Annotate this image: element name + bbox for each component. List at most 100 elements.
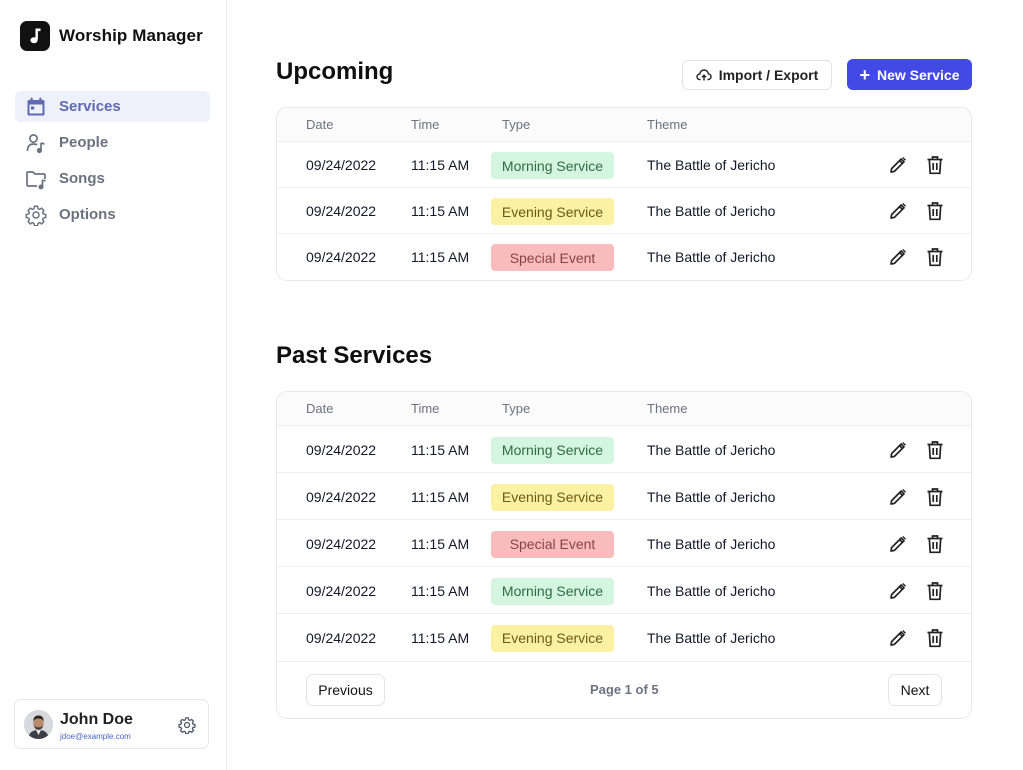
sidebar-item-label: Songs xyxy=(59,170,105,187)
delete-trash-icon[interactable] xyxy=(924,154,946,176)
music-note-icon xyxy=(20,21,50,51)
edit-pencil-icon[interactable] xyxy=(887,580,909,602)
column-time: Time xyxy=(411,117,440,132)
cell-theme: The Battle of Jericho xyxy=(647,203,776,219)
edit-pencil-icon[interactable] xyxy=(887,627,909,649)
cell-time: 11:15 AM xyxy=(411,203,470,219)
table-row[interactable]: 09/24/2022 11:15 AM Morning Service The Bat… xyxy=(277,567,971,614)
column-type: Type xyxy=(502,117,531,132)
column-type: Type xyxy=(502,401,531,416)
table-header: Date Time Type Theme xyxy=(277,392,971,426)
past-rows: 09/24/2022 11:15 AM Morning Service The Bat… xyxy=(277,426,971,661)
cell-theme: The Battle of Jericho xyxy=(647,441,776,458)
table-row[interactable]: 09/24/2022 11:15 AM Evening Service The Bat… xyxy=(277,473,971,520)
cell-theme: The Battle of Jericho xyxy=(647,157,776,173)
cell-date: 09/24/2022 xyxy=(306,203,377,219)
cell-theme: The Battle of Jericho xyxy=(647,582,776,599)
table-row[interactable]: 09/24/2022 11:15 AM Special Event The Battl… xyxy=(277,234,971,280)
sidebar-item-people[interactable]: People xyxy=(15,127,210,158)
delete-trash-icon[interactable] xyxy=(924,200,946,222)
column-time: Time xyxy=(411,401,440,416)
table-row[interactable]: 09/24/2022 11:15 AM Morning Service The Bat… xyxy=(277,426,971,473)
table-row[interactable]: 09/24/2022 11:15 AM Evening Service The Bat… xyxy=(277,188,971,234)
pagination: Previous Page 1 of 5 Next xyxy=(277,661,971,718)
edit-pencil-icon[interactable] xyxy=(887,246,909,268)
cell-date: 09/24/2022 xyxy=(306,441,377,458)
past-services-title: Past Services xyxy=(276,342,433,369)
cell-date: 09/24/2022 xyxy=(306,582,377,599)
cell-date: 09/24/2022 xyxy=(306,249,377,265)
calendar-icon xyxy=(25,96,47,118)
type-badge: Morning Service xyxy=(491,152,614,179)
cell-theme: The Battle of Jericho xyxy=(647,535,776,552)
past-services-table: Date Time Type Theme 09/24/2022 11:15 AM M… xyxy=(276,391,972,719)
sidebar-item-options[interactable]: Options xyxy=(15,199,210,230)
type-badge: Evening Service xyxy=(491,198,614,225)
sidebar-item-songs[interactable]: Songs xyxy=(15,163,210,194)
import-export-button[interactable]: Import / Export xyxy=(682,60,832,90)
type-badge: Special Event xyxy=(491,530,614,558)
delete-trash-icon[interactable] xyxy=(924,627,946,649)
delete-trash-icon[interactable] xyxy=(924,439,946,461)
person-music-icon xyxy=(25,132,47,154)
gear-icon xyxy=(25,204,47,226)
user-email: jdoe@example.com xyxy=(60,732,131,741)
delete-trash-icon[interactable] xyxy=(924,533,946,555)
delete-trash-icon[interactable] xyxy=(924,486,946,508)
settings-gear-icon[interactable] xyxy=(177,715,197,735)
cell-time: 11:15 AM xyxy=(411,535,470,552)
next-button[interactable]: Next xyxy=(888,674,942,706)
cell-date: 09/24/2022 xyxy=(306,157,377,173)
user-card[interactable]: John Doe jdoe@example.com xyxy=(14,699,209,749)
upcoming-table: Date Time Type Theme 09/24/2022 11:15 AM M… xyxy=(276,107,972,281)
cell-date: 09/24/2022 xyxy=(306,488,377,505)
upcoming-title: Upcoming xyxy=(276,58,394,85)
previous-button[interactable]: Previous xyxy=(306,674,385,706)
user-name: John Doe xyxy=(60,711,133,728)
cell-time: 11:15 AM xyxy=(411,441,470,458)
column-date: Date xyxy=(306,401,334,416)
upcoming-rows: 09/24/2022 11:15 AM Morning Service The Bat… xyxy=(277,142,971,280)
cell-date: 09/24/2022 xyxy=(306,629,377,646)
cell-time: 11:15 AM xyxy=(411,629,470,646)
cell-time: 11:15 AM xyxy=(411,582,470,599)
new-service-button[interactable]: + New Service xyxy=(847,59,972,90)
table-header: Date Time Type Theme xyxy=(277,108,971,142)
import-export-label: Import / Export xyxy=(718,67,819,83)
plus-icon: + xyxy=(859,64,870,85)
cell-time: 11:15 AM xyxy=(411,249,470,265)
avatar xyxy=(24,710,53,739)
table-row[interactable]: 09/24/2022 11:15 AM Morning Service The Bat… xyxy=(277,142,971,188)
type-badge: Morning Service xyxy=(491,577,614,605)
edit-pencil-icon[interactable] xyxy=(887,439,909,461)
app-name: Worship Manager xyxy=(59,26,203,45)
app-root: Worship Manager Services People Songs Op… xyxy=(0,0,1023,770)
edit-pencil-icon[interactable] xyxy=(887,154,909,176)
column-theme: Theme xyxy=(647,117,688,132)
sidebar-item-services[interactable]: Services xyxy=(15,91,210,122)
cell-theme: The Battle of Jericho xyxy=(647,629,776,646)
edit-pencil-icon[interactable] xyxy=(887,200,909,222)
cloud-icon xyxy=(696,68,712,82)
table-row[interactable]: 09/24/2022 11:15 AM Evening Service The Bat… xyxy=(277,614,971,661)
brand[interactable]: Worship Manager xyxy=(20,21,203,51)
delete-trash-icon[interactable] xyxy=(924,246,946,268)
edit-pencil-icon[interactable] xyxy=(887,486,909,508)
page-info: Page 1 of 5 xyxy=(590,682,659,697)
sidebar-nav: Services People Songs Options xyxy=(15,91,210,235)
cell-time: 11:15 AM xyxy=(411,488,470,505)
type-badge: Evening Service xyxy=(491,483,614,511)
delete-trash-icon[interactable] xyxy=(924,580,946,602)
table-row[interactable]: 09/24/2022 11:15 AM Special Event The Battl… xyxy=(277,520,971,567)
new-service-label: New Service xyxy=(877,66,960,83)
edit-pencil-icon[interactable] xyxy=(887,533,909,555)
type-badge: Special Event xyxy=(491,244,614,271)
column-date: Date xyxy=(306,117,334,132)
cell-time: 11:15 AM xyxy=(411,157,470,173)
type-badge: Evening Service xyxy=(491,624,614,652)
cell-date: 09/24/2022 xyxy=(306,535,377,552)
sidebar-item-label: Services xyxy=(59,98,121,115)
sidebar-item-label: People xyxy=(59,134,109,151)
sidebar: Worship Manager Services People Songs Op… xyxy=(0,0,227,770)
column-theme: Theme xyxy=(647,401,688,416)
